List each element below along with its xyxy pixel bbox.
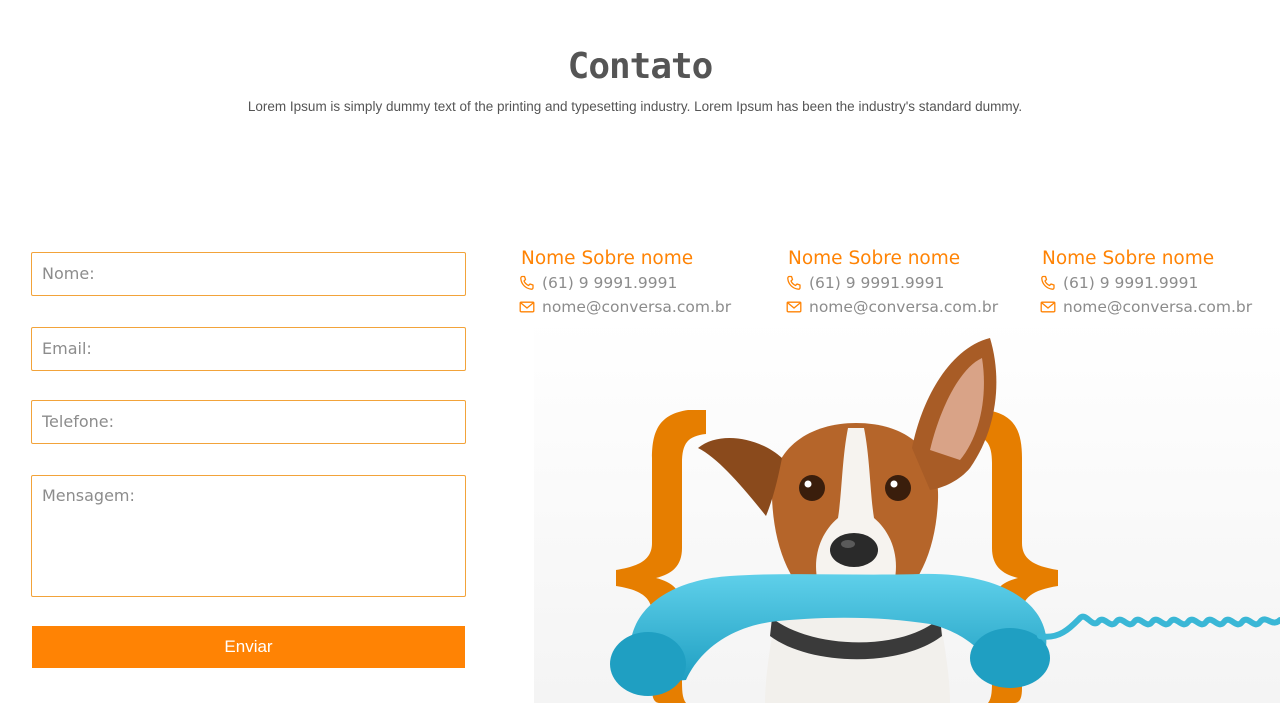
contact-email[interactable]: nome@conversa.com.br	[786, 297, 998, 317]
contact-phone[interactable]: (61) 9 9991.9991	[786, 273, 998, 293]
email-input[interactable]	[32, 328, 452, 370]
email-field[interactable]	[31, 327, 466, 371]
envelope-icon	[1040, 299, 1056, 315]
contact-phone[interactable]: (61) 9 9991.9991	[519, 273, 731, 293]
contact-name: Nome Sobre nome	[521, 248, 694, 269]
contact-card: Nome Sobre nome (61) 9 9991.9991 nome@co…	[1040, 248, 1252, 317]
contact-email[interactable]: nome@conversa.com.br	[519, 297, 731, 317]
contact-email-text: nome@conversa.com.br	[809, 298, 999, 316]
contact-phone-text: (61) 9 9991.9991	[1063, 274, 1199, 292]
phone-icon	[1040, 275, 1056, 291]
envelope-icon	[519, 299, 535, 315]
nome-field[interactable]	[31, 252, 466, 296]
contact-card: Nome Sobre nome (61) 9 9991.9991 nome@co…	[519, 248, 731, 317]
enviar-button[interactable]: Enviar	[32, 626, 465, 668]
telefone-input[interactable]	[32, 401, 452, 443]
contact-name: Nome Sobre nome	[788, 248, 961, 269]
contact-name: Nome Sobre nome	[1042, 248, 1215, 269]
dog-telephone-illustration	[520, 318, 1280, 703]
mensagem-textarea[interactable]	[32, 476, 452, 596]
phone-icon	[786, 275, 802, 291]
nome-input[interactable]	[32, 253, 452, 295]
contact-phone-text: (61) 9 9991.9991	[542, 274, 678, 292]
envelope-icon	[786, 299, 802, 315]
contact-email-text: nome@conversa.com.br	[1063, 298, 1253, 316]
contact-email-text: nome@conversa.com.br	[542, 298, 732, 316]
page-title: Contato	[567, 46, 714, 87]
phone-icon	[519, 275, 535, 291]
contact-phone-text: (61) 9 9991.9991	[809, 274, 945, 292]
mensagem-field[interactable]	[31, 475, 466, 597]
contact-card: Nome Sobre nome (61) 9 9991.9991 nome@co…	[786, 248, 998, 317]
contact-email[interactable]: nome@conversa.com.br	[1040, 297, 1252, 317]
telefone-field[interactable]	[31, 400, 466, 444]
page-subtitle: Lorem Ipsum is simply dummy text of the …	[247, 99, 1023, 114]
contact-phone[interactable]: (61) 9 9991.9991	[1040, 273, 1252, 293]
